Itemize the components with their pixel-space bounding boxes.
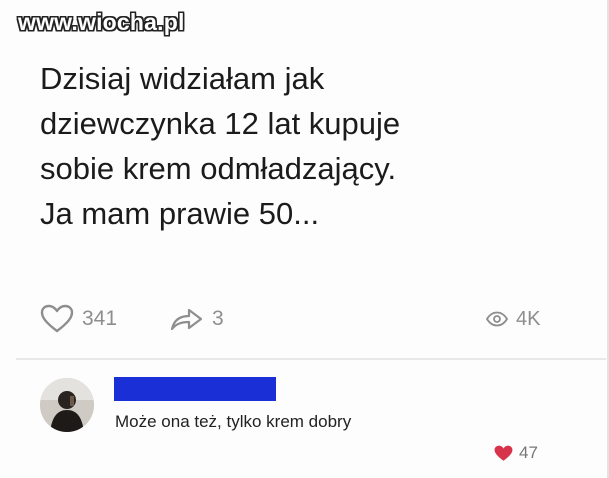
heart-filled-icon [494,445,513,461]
watermark: www.wiocha.pl [18,9,185,35]
comment-like-count: 47 [519,443,538,462]
post-line: dziewczynka 12 lat kupuje [40,106,401,141]
like-button[interactable]: 341 [40,302,117,336]
comment-like-button[interactable]: 47 [494,443,538,463]
comment-text: Może ona też, tylko krem dobry [115,412,352,431]
post-screenshot: www.wiocha.pl Dzisiaj widziałam jak dzie… [0,0,609,478]
post-line: Dzisiaj widziałam jak [40,61,325,96]
divider [16,358,606,360]
heart-outline-icon [40,304,74,333]
eye-icon [486,311,508,327]
share-button[interactable]: 3 [170,302,224,336]
views-indicator: 4K [486,302,540,336]
avatar[interactable] [40,378,94,432]
redacted-username [114,377,276,401]
post-line: sobie krem odmładzający. [40,151,397,186]
user-photo-icon [40,378,94,432]
post-line: Ja mam prawie 50... [40,196,320,231]
post-stats: 341 3 4K [40,302,560,336]
share-arrow-icon [170,308,203,331]
post-body: Dzisiaj widziałam jak dziewczynka 12 lat… [40,56,580,236]
view-count: 4K [516,307,541,330]
like-count: 341 [82,307,118,330]
share-count: 3 [212,307,224,330]
